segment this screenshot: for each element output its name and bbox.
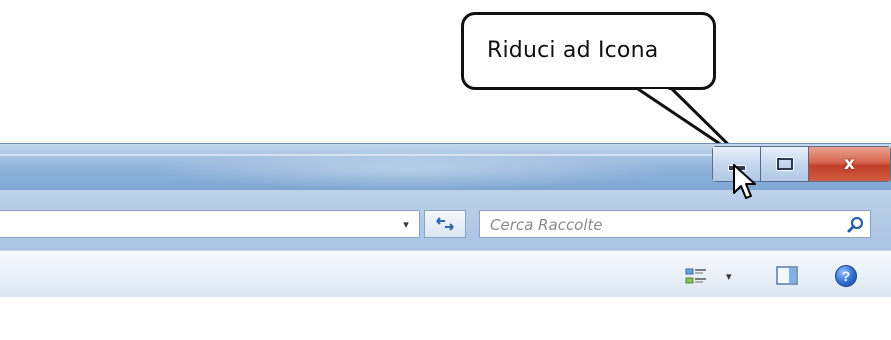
command-bar	[0, 250, 891, 298]
address-history-dropdown[interactable]: ▾	[393, 212, 419, 236]
refresh-icon	[436, 217, 454, 231]
preview-pane-icon[interactable]	[776, 266, 798, 286]
content-area[interactable]	[0, 297, 891, 340]
mouse-pointer-icon	[733, 164, 756, 199]
refresh-button[interactable]	[424, 210, 466, 238]
chevron-down-icon: ▾	[403, 218, 409, 231]
callout-text: Riduci ad Icona	[487, 38, 659, 63]
search-input[interactable]	[490, 215, 820, 235]
search-icon[interactable]	[845, 214, 867, 236]
help-icon[interactable]: ?	[835, 265, 857, 287]
maximize-icon	[775, 157, 794, 171]
change-view-icon[interactable]	[685, 267, 707, 287]
maximize-button[interactable]	[761, 147, 809, 181]
close-icon: x	[844, 154, 855, 174]
address-bar[interactable]	[0, 210, 420, 238]
close-button[interactable]: x	[809, 147, 890, 181]
views-dropdown-arrow[interactable]: ▾	[726, 270, 732, 283]
title-bar-glow	[150, 150, 670, 190]
